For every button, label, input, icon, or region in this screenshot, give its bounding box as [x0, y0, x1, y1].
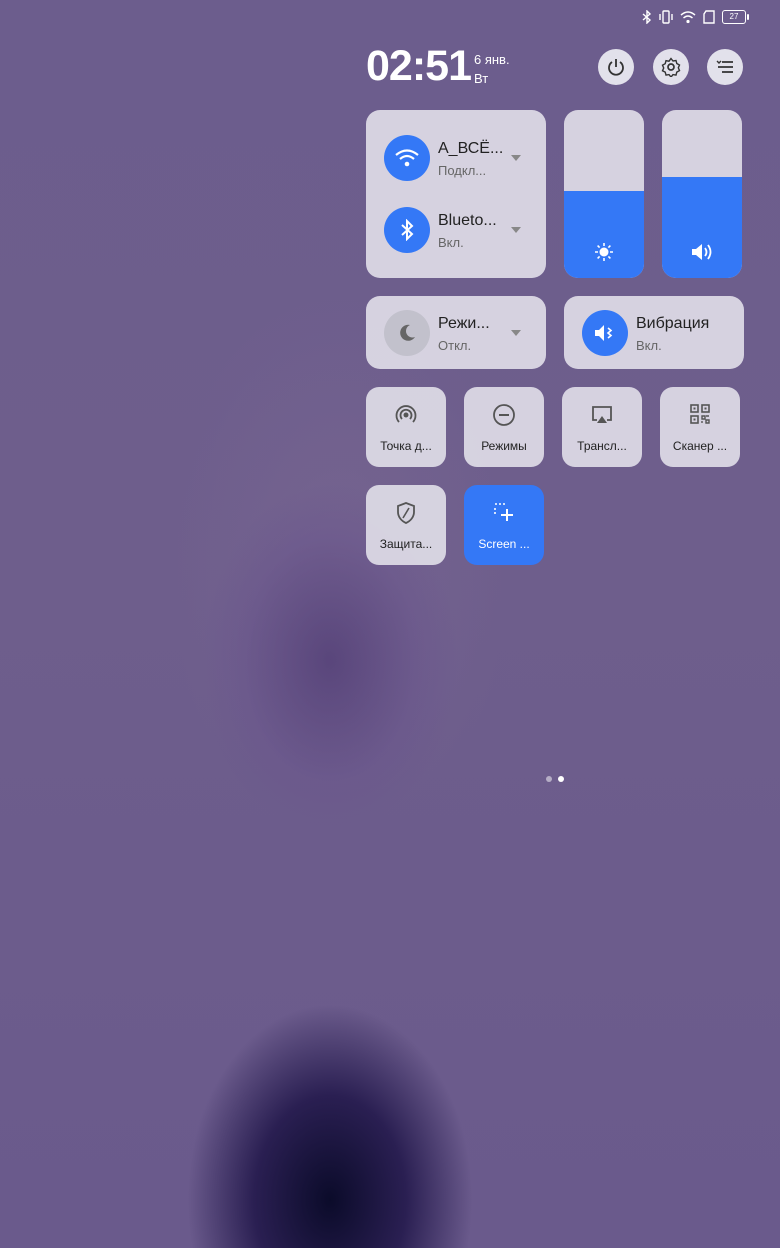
focus-mode-expand-icon[interactable]	[511, 330, 521, 336]
page-dot-current[interactable]	[558, 776, 564, 782]
bluetooth-icon	[642, 10, 652, 24]
page-dot[interactable]	[546, 776, 552, 782]
tile-label: Screen ...	[478, 537, 530, 551]
vibration-card[interactable]: Вибрация Вкл.	[564, 296, 744, 369]
bluetooth-toggle[interactable]	[384, 207, 430, 253]
battery-icon: 27	[722, 10, 749, 24]
tile-label: Сканер ...	[672, 439, 728, 453]
list-edit-icon	[716, 60, 733, 73]
screenshot-icon	[494, 503, 513, 521]
connectivity-card: A_ВСЁ... Подкл... Blueto... Вкл.	[366, 110, 546, 278]
moon-icon	[400, 324, 415, 341]
wifi-icon	[395, 149, 419, 167]
tile-modes[interactable]: Режимы	[464, 387, 544, 467]
gear-icon	[661, 57, 681, 77]
wifi-toggle[interactable]	[384, 135, 430, 181]
battery-level: 27	[729, 12, 739, 21]
vibration-status: Вкл.	[636, 338, 662, 353]
shield-icon	[397, 502, 415, 524]
tile-label: Защита...	[379, 537, 433, 551]
vibration-toggle[interactable]	[582, 310, 628, 356]
weekday: Вт	[474, 71, 489, 86]
edit-tiles-button[interactable]	[707, 49, 743, 85]
qr-scanner-icon	[690, 404, 710, 424]
tile-screenshot[interactable]: Screen ...	[464, 485, 544, 565]
clock: 02:51	[366, 42, 472, 90]
tile-qr-scanner[interactable]: Сканер ...	[660, 387, 740, 467]
vibrate-icon	[659, 10, 673, 24]
cast-icon	[592, 406, 612, 423]
bluetooth-name: Blueto...	[438, 212, 497, 229]
volume-slider[interactable]	[662, 110, 742, 278]
vibration-name: Вибрация	[636, 315, 710, 332]
speaker-icon	[692, 244, 712, 260]
focus-mode-toggle[interactable]	[384, 310, 430, 356]
bluetooth-status: Вкл.	[438, 235, 464, 250]
date: 6 янв.	[474, 52, 510, 67]
page-indicator	[546, 776, 564, 782]
settings-button[interactable]	[653, 49, 689, 85]
power-icon	[608, 59, 624, 76]
bluetooth-expand-icon[interactable]	[511, 227, 521, 233]
brightness-fill	[564, 190, 644, 278]
tile-label: Режимы	[481, 439, 527, 453]
wifi-name: A_ВСЁ...	[438, 140, 504, 157]
wifi-icon	[680, 11, 696, 24]
wifi-expand-icon[interactable]	[511, 155, 521, 161]
vibrate-speaker-icon	[595, 325, 613, 341]
hotspot-icon	[395, 405, 417, 423]
tile-label: Трансл...	[577, 439, 627, 453]
wifi-status: Подкл...	[438, 163, 487, 178]
sun-icon	[595, 243, 613, 261]
status-bar: 27	[642, 10, 749, 24]
power-button[interactable]	[598, 49, 634, 85]
volume-fill	[662, 177, 742, 278]
brightness-slider[interactable]	[564, 110, 644, 278]
tile-hotspot[interactable]: Точка д...	[366, 387, 446, 467]
tile-cast[interactable]: Трансл...	[562, 387, 642, 467]
focus-mode-name: Режи...	[438, 315, 490, 332]
modes-icon	[493, 404, 515, 426]
bluetooth-icon	[401, 219, 414, 241]
sim-icon	[703, 10, 715, 24]
focus-mode-card[interactable]: Режи... Откл.	[366, 296, 546, 369]
date-display: 6 янв. Вт	[474, 50, 510, 88]
tile-label: Точка д...	[380, 439, 432, 453]
focus-mode-status: Откл.	[438, 338, 472, 353]
tile-protection[interactable]: Защита...	[366, 485, 446, 565]
